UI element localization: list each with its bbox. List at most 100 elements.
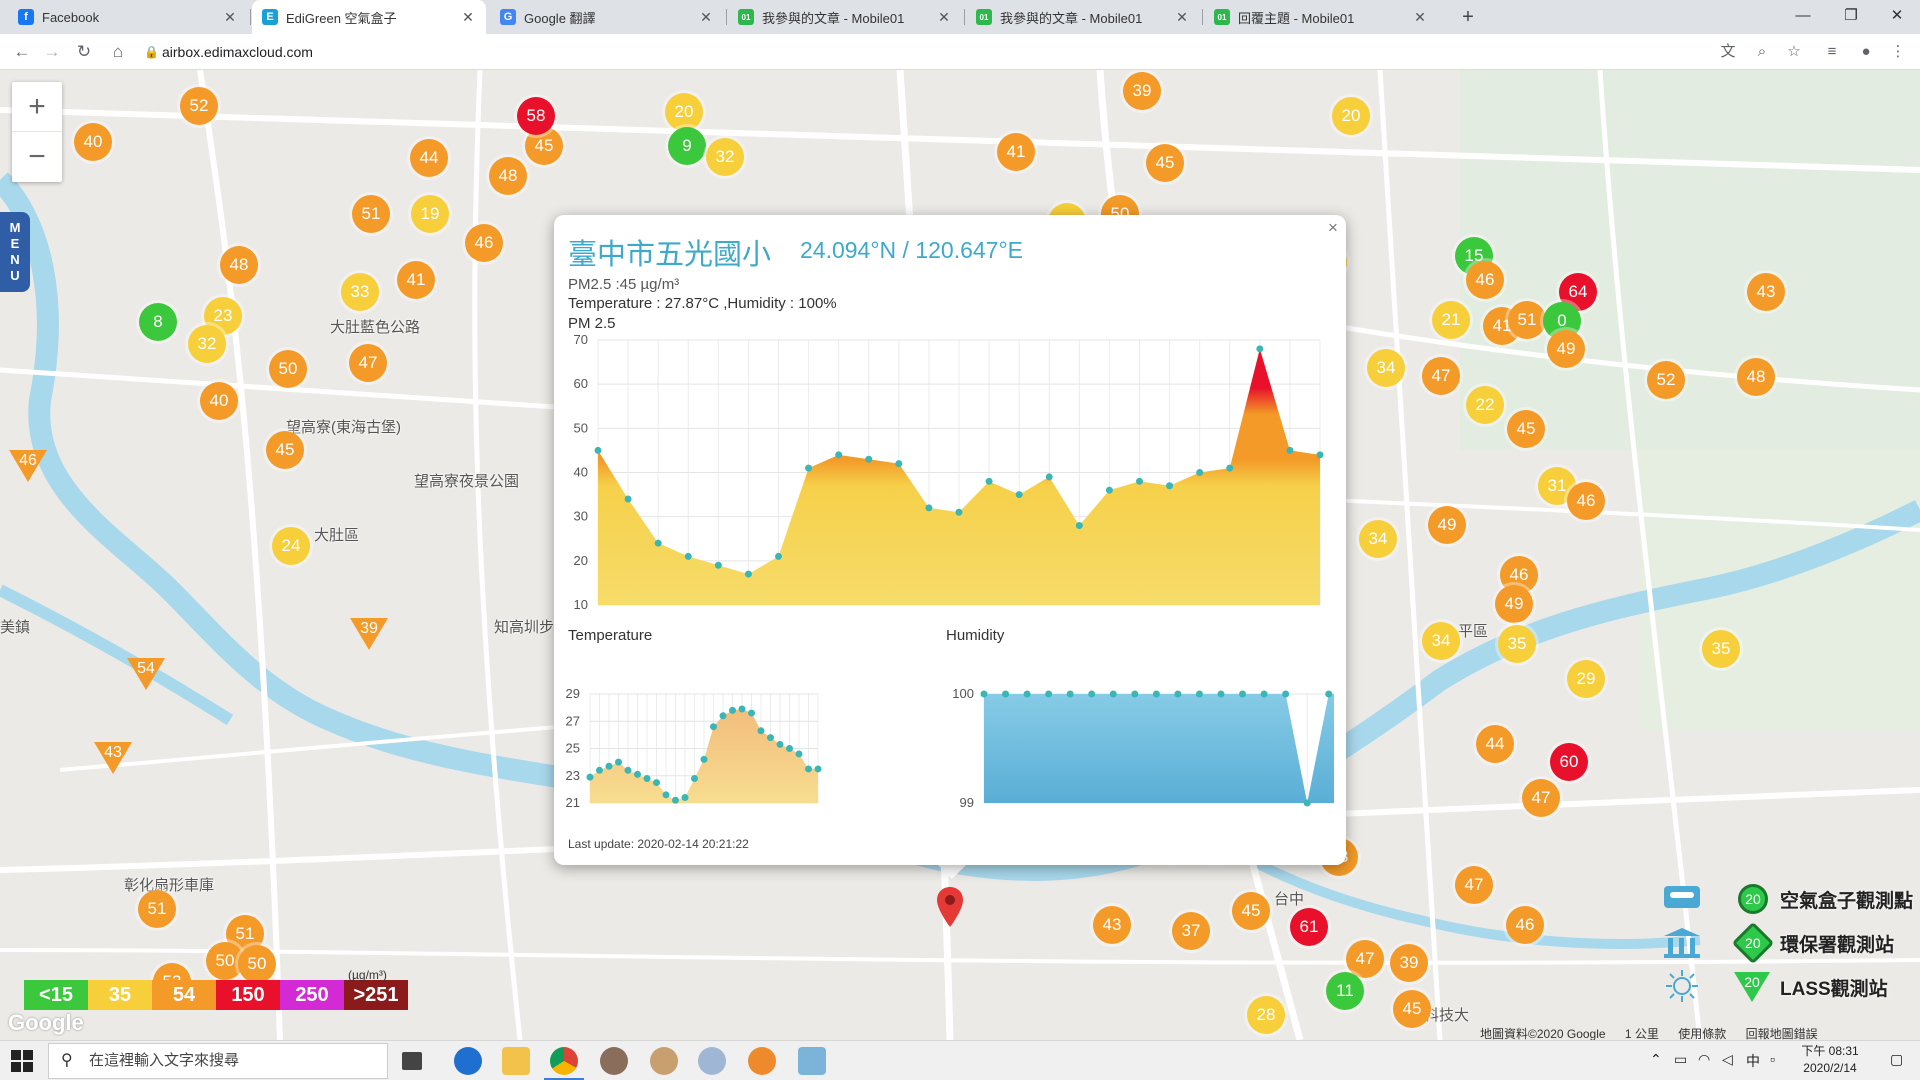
app-icon[interactable] bbox=[600, 1047, 628, 1075]
airbox-marker[interactable]: 48 bbox=[489, 157, 527, 195]
airbox-marker[interactable]: 60 bbox=[1550, 743, 1588, 781]
airbox-marker[interactable]: 41 bbox=[397, 261, 435, 299]
notifications-icon[interactable]: ▢ bbox=[1890, 1051, 1903, 1068]
airbox-marker[interactable]: 35 bbox=[1702, 630, 1740, 668]
bookmark-star-icon[interactable]: ☆ bbox=[1784, 42, 1804, 62]
tab-mobile01-2[interactable]: 01 我參與的文章 - Mobile01 ✕ bbox=[966, 0, 1200, 34]
airbox-marker[interactable]: 41 bbox=[997, 133, 1035, 171]
lass-station-marker[interactable]: 54 bbox=[127, 658, 165, 690]
airbox-marker[interactable]: 20 bbox=[665, 93, 703, 131]
map-canvas[interactable]: 大肚藍色公路 望高寮(東海古堡) 望高寮夜景公園 大肚區 知高圳步 美鎮 彰化扇… bbox=[0, 70, 1920, 1040]
airbox-marker[interactable]: 35 bbox=[1498, 625, 1536, 663]
airbox-marker[interactable]: 58 bbox=[517, 97, 555, 135]
airbox-marker[interactable]: 45 bbox=[1393, 990, 1431, 1028]
tab-close-icon[interactable]: ✕ bbox=[1412, 9, 1428, 26]
airbox-marker[interactable]: 8 bbox=[139, 303, 177, 341]
airbox-marker[interactable]: 49 bbox=[1495, 585, 1533, 623]
airbox-marker[interactable]: 43 bbox=[1747, 273, 1785, 311]
app-icon[interactable] bbox=[650, 1047, 678, 1075]
airbox-marker[interactable]: 19 bbox=[411, 195, 449, 233]
airbox-marker[interactable]: 29 bbox=[1567, 660, 1605, 698]
airbox-marker[interactable]: 32 bbox=[706, 138, 744, 176]
airbox-marker[interactable]: 50 bbox=[269, 350, 307, 388]
airbox-marker[interactable]: 52 bbox=[1647, 361, 1685, 399]
task-view-icon[interactable] bbox=[402, 1052, 422, 1070]
airbox-marker[interactable]: 34 bbox=[1367, 349, 1405, 387]
tab-mobile01-1[interactable]: 01 我參與的文章 - Mobile01 ✕ bbox=[728, 0, 962, 34]
airbox-marker[interactable]: 40 bbox=[74, 123, 112, 161]
airbox-marker[interactable]: 48 bbox=[1737, 358, 1775, 396]
taskbar-search[interactable]: ⚲ 在這裡輸入文字來搜尋 bbox=[48, 1043, 388, 1079]
tab-close-icon[interactable]: ✕ bbox=[936, 9, 952, 26]
zoom-icon[interactable]: ⌕ bbox=[1752, 42, 1772, 62]
airbox-marker[interactable]: 52 bbox=[180, 87, 218, 125]
airbox-marker[interactable]: 24 bbox=[272, 527, 310, 565]
forward-icon[interactable]: → bbox=[40, 40, 64, 64]
airbox-marker[interactable]: 47 bbox=[1522, 779, 1560, 817]
edge-icon[interactable] bbox=[454, 1047, 482, 1075]
airbox-marker[interactable]: 45 bbox=[266, 431, 304, 469]
lass-station-marker[interactable]: 39 bbox=[350, 618, 388, 650]
airbox-marker[interactable]: 61 bbox=[1290, 908, 1328, 946]
airbox-marker[interactable]: 43 bbox=[1093, 906, 1131, 944]
minimize-icon[interactable]: — bbox=[1788, 4, 1818, 28]
airbox-marker[interactable]: 32 bbox=[188, 325, 226, 363]
zoom-in-button[interactable]: + bbox=[12, 82, 62, 132]
back-icon[interactable]: ← bbox=[10, 40, 34, 64]
popup-close-button[interactable]: × bbox=[1324, 219, 1342, 237]
tab-close-icon[interactable]: ✕ bbox=[460, 9, 476, 26]
keyboard-icon[interactable]: ▫ bbox=[1770, 1051, 1775, 1067]
terms-link[interactable]: 使用條款 bbox=[1678, 1027, 1726, 1040]
airbox-marker[interactable]: 49 bbox=[1547, 330, 1585, 368]
airbox-marker[interactable]: 51 bbox=[352, 195, 390, 233]
airbox-marker[interactable]: 45 bbox=[1507, 410, 1545, 448]
zoom-out-button[interactable]: − bbox=[12, 132, 62, 182]
lass-station-marker[interactable]: 43 bbox=[94, 742, 132, 774]
airbox-marker[interactable]: 46 bbox=[1506, 906, 1544, 944]
wifi-icon[interactable]: ◠ bbox=[1698, 1051, 1710, 1068]
new-tab-button[interactable]: + bbox=[1456, 5, 1480, 29]
selected-location-pin-icon[interactable] bbox=[935, 885, 965, 929]
airbox-marker[interactable]: 47 bbox=[349, 344, 387, 382]
airbox-marker[interactable]: 44 bbox=[410, 139, 448, 177]
airbox-marker[interactable]: 46 bbox=[465, 224, 503, 262]
app-icon[interactable] bbox=[698, 1047, 726, 1075]
chrome-icon[interactable] bbox=[544, 1047, 584, 1080]
airbox-marker[interactable]: 28 bbox=[1247, 996, 1285, 1034]
reload-icon[interactable]: ↻ bbox=[72, 40, 96, 64]
file-explorer-icon[interactable] bbox=[502, 1047, 530, 1075]
lass-station-marker[interactable]: 46 bbox=[9, 450, 47, 482]
airbox-marker[interactable]: 22 bbox=[1466, 386, 1504, 424]
airbox-marker[interactable]: 34 bbox=[1359, 520, 1397, 558]
close-window-icon[interactable]: ✕ bbox=[1882, 4, 1912, 28]
tab-close-icon[interactable]: ✕ bbox=[222, 9, 238, 26]
battery-icon[interactable]: ▭ bbox=[1674, 1051, 1687, 1068]
restore-icon[interactable]: ❐ bbox=[1836, 4, 1866, 28]
airbox-marker[interactable]: 20 bbox=[1332, 97, 1370, 135]
tray-expand-icon[interactable]: ⌃ bbox=[1650, 1051, 1662, 1068]
airbox-marker[interactable]: 33 bbox=[341, 273, 379, 311]
airbox-marker[interactable]: 51 bbox=[1508, 301, 1546, 339]
airbox-marker[interactable]: 9 bbox=[668, 127, 706, 165]
tab-mobile01-3[interactable]: 01 回覆主題 - Mobile01 ✕ bbox=[1204, 0, 1438, 34]
address-bar[interactable]: 🔒 airbox.edimaxcloud.com bbox=[140, 39, 1710, 65]
airbox-marker[interactable]: 45 bbox=[1232, 892, 1270, 930]
airbox-marker[interactable]: 11 bbox=[1326, 972, 1364, 1010]
airbox-marker[interactable]: 40 bbox=[200, 382, 238, 420]
airbox-marker[interactable]: 44 bbox=[1476, 725, 1514, 763]
airbox-marker[interactable]: 37 bbox=[1172, 912, 1210, 950]
ime-indicator[interactable]: 中 bbox=[1746, 1051, 1760, 1071]
tab-close-icon[interactable]: ✕ bbox=[1174, 9, 1190, 26]
tab-edigreen[interactable]: E EdiGreen 空氣盒子 ✕ bbox=[252, 0, 486, 34]
tab-close-icon[interactable]: ✕ bbox=[698, 9, 714, 26]
airbox-marker[interactable]: 21 bbox=[1432, 301, 1470, 339]
taskbar-clock[interactable]: 下午 08:31 2020/2/14 bbox=[1790, 1043, 1870, 1077]
airbox-marker[interactable]: 46 bbox=[1466, 261, 1504, 299]
tab-google-translate[interactable]: G Google 翻譯 ✕ bbox=[490, 0, 724, 34]
airbox-marker[interactable]: 49 bbox=[1428, 506, 1466, 544]
airbox-marker[interactable]: 47 bbox=[1455, 866, 1493, 904]
airbox-marker[interactable]: 46 bbox=[1567, 482, 1605, 520]
airbox-marker[interactable]: 48 bbox=[220, 246, 258, 284]
airbox-marker[interactable]: 47 bbox=[1422, 357, 1460, 395]
windows-start-icon[interactable] bbox=[10, 1049, 34, 1073]
